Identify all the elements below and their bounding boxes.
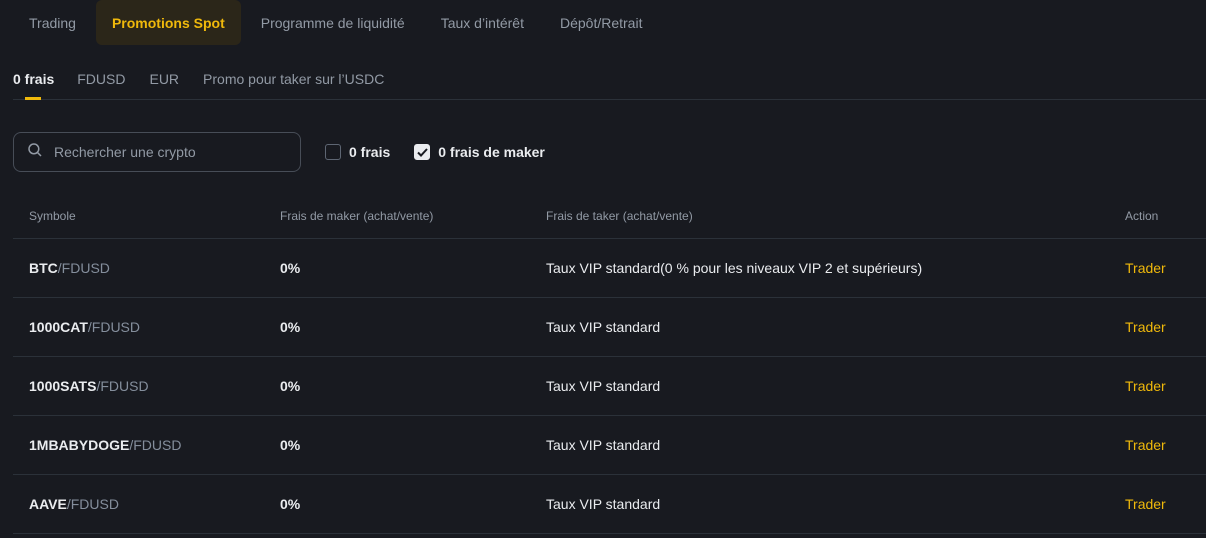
filter-zero-fees-label: 0 frais <box>349 144 391 160</box>
base-asset: AAVE <box>29 495 67 512</box>
base-asset: 1MBABYDOGE <box>29 436 130 453</box>
trade-link[interactable]: Trader <box>1125 260 1166 276</box>
trade-link[interactable]: Trader <box>1125 319 1166 335</box>
maker-fee-cell: 0% <box>280 356 546 416</box>
trade-link[interactable]: Trader <box>1125 437 1166 453</box>
filter-bar: 0 frais 0 frais de maker <box>13 132 545 172</box>
symbol-cell: 1000CAT/FDUSD <box>13 297 280 357</box>
tab-deposit-withdraw[interactable]: Dépôt/Retrait <box>544 0 658 45</box>
filter-zero-maker-fees-label: 0 frais de maker <box>438 144 545 160</box>
table-row: BTC/FDUSD 0% Taux VIP standard(0 % pour … <box>13 238 1206 298</box>
subtab-zero-fees[interactable]: 0 frais <box>13 60 54 100</box>
maker-fee-cell: 0% <box>280 297 546 357</box>
checkbox-zero-fees[interactable] <box>325 144 341 160</box>
sub-tab-bar: 0 frais FDUSD EUR Promo pour taker sur l… <box>13 60 1206 100</box>
symbol-cell: AAVE/FDUSD <box>13 474 280 534</box>
maker-fee-cell: 0% <box>280 474 546 534</box>
symbol-cell: 1MBABYDOGE/FDUSD <box>13 415 280 475</box>
base-asset: BTC <box>29 259 58 276</box>
table-row: 1000SATS/FDUSD 0% Taux VIP standard Trad… <box>13 356 1206 416</box>
header-action: Action <box>1125 194 1206 239</box>
quote-asset: /FDUSD <box>66 495 119 512</box>
subtab-fdusd[interactable]: FDUSD <box>77 60 125 100</box>
search-input[interactable] <box>54 144 274 160</box>
filter-zero-maker-fees[interactable]: 0 frais de maker <box>414 144 545 160</box>
search-box[interactable] <box>13 132 301 172</box>
header-symbol[interactable]: Symbole <box>13 194 280 239</box>
quote-asset: /FDUSD <box>129 436 182 453</box>
fees-table: Symbole Frais de maker (achat/vente) Fra… <box>13 194 1206 534</box>
checkmark-icon <box>417 147 428 157</box>
maker-fee-cell: 0% <box>280 238 546 298</box>
base-asset: 1000CAT <box>29 318 88 335</box>
tab-promotions-spot[interactable]: Promotions Spot <box>95 0 241 45</box>
base-asset: 1000SATS <box>29 377 97 394</box>
filter-zero-fees[interactable]: 0 frais <box>325 144 390 160</box>
taker-fee-cell: Taux VIP standard <box>546 356 1125 416</box>
header-taker-fee: Frais de taker (achat/vente) <box>546 194 1125 239</box>
quote-asset: /FDUSD <box>87 318 141 335</box>
subtab-eur[interactable]: EUR <box>149 60 179 100</box>
table-row: 1MBABYDOGE/FDUSD 0% Taux VIP standard Tr… <box>13 415 1206 475</box>
taker-fee-cell: Taux VIP standard(0 % pour les niveaux V… <box>546 238 1125 298</box>
top-tab-bar: Trading Promotions Spot Programme de liq… <box>13 0 662 45</box>
header-maker-fee: Frais de maker (achat/vente) <box>280 194 546 239</box>
maker-fee-cell: 0% <box>280 415 546 475</box>
tab-trading[interactable]: Trading <box>13 0 92 45</box>
taker-fee-cell: Taux VIP standard <box>546 474 1125 534</box>
search-icon <box>26 141 54 164</box>
table-header-row: Symbole Frais de maker (achat/vente) Fra… <box>13 194 1206 239</box>
checkbox-zero-maker-fees[interactable] <box>414 144 431 160</box>
subtab-usdc-taker-promo[interactable]: Promo pour taker sur l’USDC <box>203 60 384 100</box>
taker-fee-cell: Taux VIP standard <box>546 415 1125 475</box>
quote-asset: /FDUSD <box>57 259 110 276</box>
tab-interest-rate[interactable]: Taux d’intérêt <box>425 0 540 45</box>
trade-link[interactable]: Trader <box>1125 496 1166 512</box>
symbol-cell: 1000SATS/FDUSD <box>13 356 280 416</box>
symbol-cell: BTC/FDUSD <box>13 238 280 298</box>
table-row: AAVE/FDUSD 0% Taux VIP standard Trader <box>13 474 1206 534</box>
quote-asset: /FDUSD <box>96 377 149 394</box>
tab-liquidity-program[interactable]: Programme de liquidité <box>245 0 421 45</box>
table-row: 1000CAT/FDUSD 0% Taux VIP standard Trade… <box>13 297 1206 357</box>
trade-link[interactable]: Trader <box>1125 378 1166 394</box>
taker-fee-cell: Taux VIP standard <box>546 297 1125 357</box>
